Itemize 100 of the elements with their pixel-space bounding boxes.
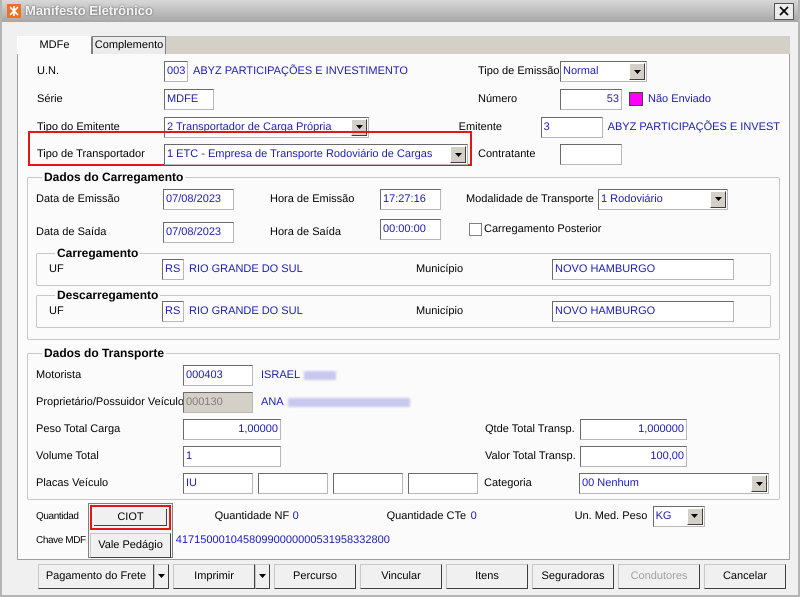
window-title: Manifesto Eletrônico: [25, 2, 153, 20]
field-label: U.N.: [37, 64, 60, 80]
field-label: Qtde Total Transp.: [485, 422, 576, 438]
field-label: Tipo de Emissão: [478, 64, 560, 80]
input-field[interactable]: 1,00000: [183, 419, 281, 440]
value-text: RIO GRANDE DO SUL: [189, 262, 304, 277]
field-label: Hora de Emissão: [270, 192, 356, 207]
field-label: Modalidade de Transporte: [466, 192, 595, 207]
field-label: Município: [416, 262, 464, 277]
close-icon: [779, 6, 789, 16]
input-field[interactable]: 1,000000: [580, 419, 687, 440]
caret-icon: [756, 482, 762, 486]
caret-icon: [259, 574, 266, 578]
input-field[interactable]: 17:27:16: [380, 188, 441, 210]
input-field[interactable]: 100,00: [580, 446, 687, 467]
status-swatch: [629, 92, 643, 106]
field-label: Data de Emissão: [36, 192, 121, 207]
group-title: Carregamento: [56, 246, 140, 260]
field-label: Categoria: [484, 476, 533, 492]
value-text: RIO GRANDE DO SUL: [189, 304, 304, 319]
dropdown-field[interactable]: KG: [652, 506, 705, 526]
action-button[interactable]: Seguradoras: [532, 564, 614, 588]
input-field[interactable]: [560, 144, 622, 165]
value-text: 0: [292, 508, 300, 524]
caret-icon: [454, 152, 462, 156]
field-label: Peso Total Carga: [36, 422, 122, 438]
input-field[interactable]: 07/08/2023: [163, 222, 234, 242]
input-field[interactable]: NOVO HAMBURGO: [552, 300, 734, 322]
input-field[interactable]: MDFE: [164, 88, 214, 110]
input-field[interactable]: 003: [164, 61, 188, 82]
value-text: 0: [470, 508, 478, 524]
dropdown-field[interactable]: Normal: [560, 61, 647, 82]
field-label: Un. Med. Peso: [574, 508, 648, 524]
field-label: Quantidade NF: [214, 508, 290, 524]
field-label: Contratante: [478, 147, 536, 162]
field-label: Carregamento Posterior: [484, 222, 602, 237]
field-label: Hora de Saída: [270, 224, 342, 240]
action-button[interactable]: Itens: [446, 564, 528, 588]
value-text: 41715000104580990000000531958332800: [176, 532, 390, 548]
input-field[interactable]: [333, 473, 403, 494]
tab[interactable]: Complemento: [92, 36, 166, 54]
value-text: ABYZ PARTICIPAÇÕES E INVEST: [608, 120, 780, 135]
tab[interactable]: MDFe: [17, 36, 92, 54]
field-label: Tipo de Transportador: [37, 147, 146, 162]
input-field[interactable]: 00:00:00: [380, 218, 441, 240]
value-text: ISRAEL: [261, 368, 300, 384]
value-text: Não Enviado: [648, 92, 711, 107]
dropdown-field[interactable]: 1 ETC - Empresa de Transporte Rodoviário de Cargas: [164, 144, 468, 165]
menu-item[interactable]: CIOT: [90, 505, 171, 530]
value-text: ANA: [261, 395, 284, 410]
input-field[interactable]: RS: [162, 258, 184, 280]
dropdown-field[interactable]: 2 Transportador de Carga Própria: [164, 116, 369, 138]
field-label: Série: [37, 92, 64, 107]
close-button[interactable]: [774, 2, 794, 20]
dropdown-field[interactable]: 00 Nenhum: [579, 473, 769, 494]
field-label: Emitente: [458, 120, 504, 135]
caret-icon: [691, 514, 698, 518]
input-field[interactable]: NOVO HAMBURGO: [552, 258, 734, 280]
input-field[interactable]: 3: [540, 116, 603, 138]
input-field[interactable]: RS: [162, 300, 184, 322]
blurred-text: [304, 371, 336, 380]
field-label: Tipo do Emitente: [37, 120, 121, 135]
menu-item[interactable]: Vale Pedágio: [90, 533, 171, 558]
group-title: Descarregamento: [56, 288, 160, 302]
dropdown-arrow-button[interactable]: [255, 564, 270, 588]
caret-icon: [714, 197, 722, 201]
field-label: Número: [478, 92, 518, 107]
caret-icon: [356, 125, 362, 129]
field-label: UF: [49, 304, 65, 319]
action-button[interactable]: Imprimir: [173, 564, 255, 588]
field-label: Volume Total: [36, 449, 100, 464]
value-text: ABYZ PARTICIPAÇÕES E INVESTIMENTO: [193, 63, 408, 80]
dropdown-field[interactable]: 1 Rodoviário: [598, 188, 728, 210]
field-label: UF: [49, 262, 65, 277]
input-field[interactable]: 07/08/2023: [163, 188, 234, 210]
field-label: Proprietário/Possuidor Veículo: [36, 395, 183, 410]
group-title: Dados do Transporte: [43, 346, 166, 360]
input-field[interactable]: IU: [183, 473, 253, 494]
input-field[interactable]: [408, 473, 478, 494]
input-field[interactable]: 1: [183, 446, 281, 467]
field-label: Valor Total Transp.: [485, 449, 577, 464]
checkbox[interactable]: [469, 222, 482, 236]
field-label: Quantidade CTe: [386, 508, 468, 524]
field-label: Quantidad: [36, 510, 79, 524]
action-button[interactable]: Percurso: [274, 564, 356, 588]
field-label: Município: [416, 304, 464, 319]
action-button[interactable]: Pagamento do Frete: [38, 564, 154, 588]
app-icon: [7, 4, 21, 18]
caret-icon: [158, 574, 165, 578]
field-label: Data de Saída: [36, 224, 108, 240]
input-field[interactable]: 000403: [183, 365, 253, 386]
action-button[interactable]: Vincular: [360, 564, 442, 588]
field-label: Chave MDF: [36, 534, 86, 548]
input-field[interactable]: [258, 473, 328, 494]
caret-icon: [634, 70, 640, 74]
field-label: Placas Veículo: [36, 476, 110, 492]
dropdown-arrow-button[interactable]: [154, 564, 169, 588]
action-button[interactable]: Cancelar: [704, 564, 786, 588]
input-field[interactable]: 53: [560, 88, 622, 110]
field-label: Motorista: [36, 368, 82, 384]
